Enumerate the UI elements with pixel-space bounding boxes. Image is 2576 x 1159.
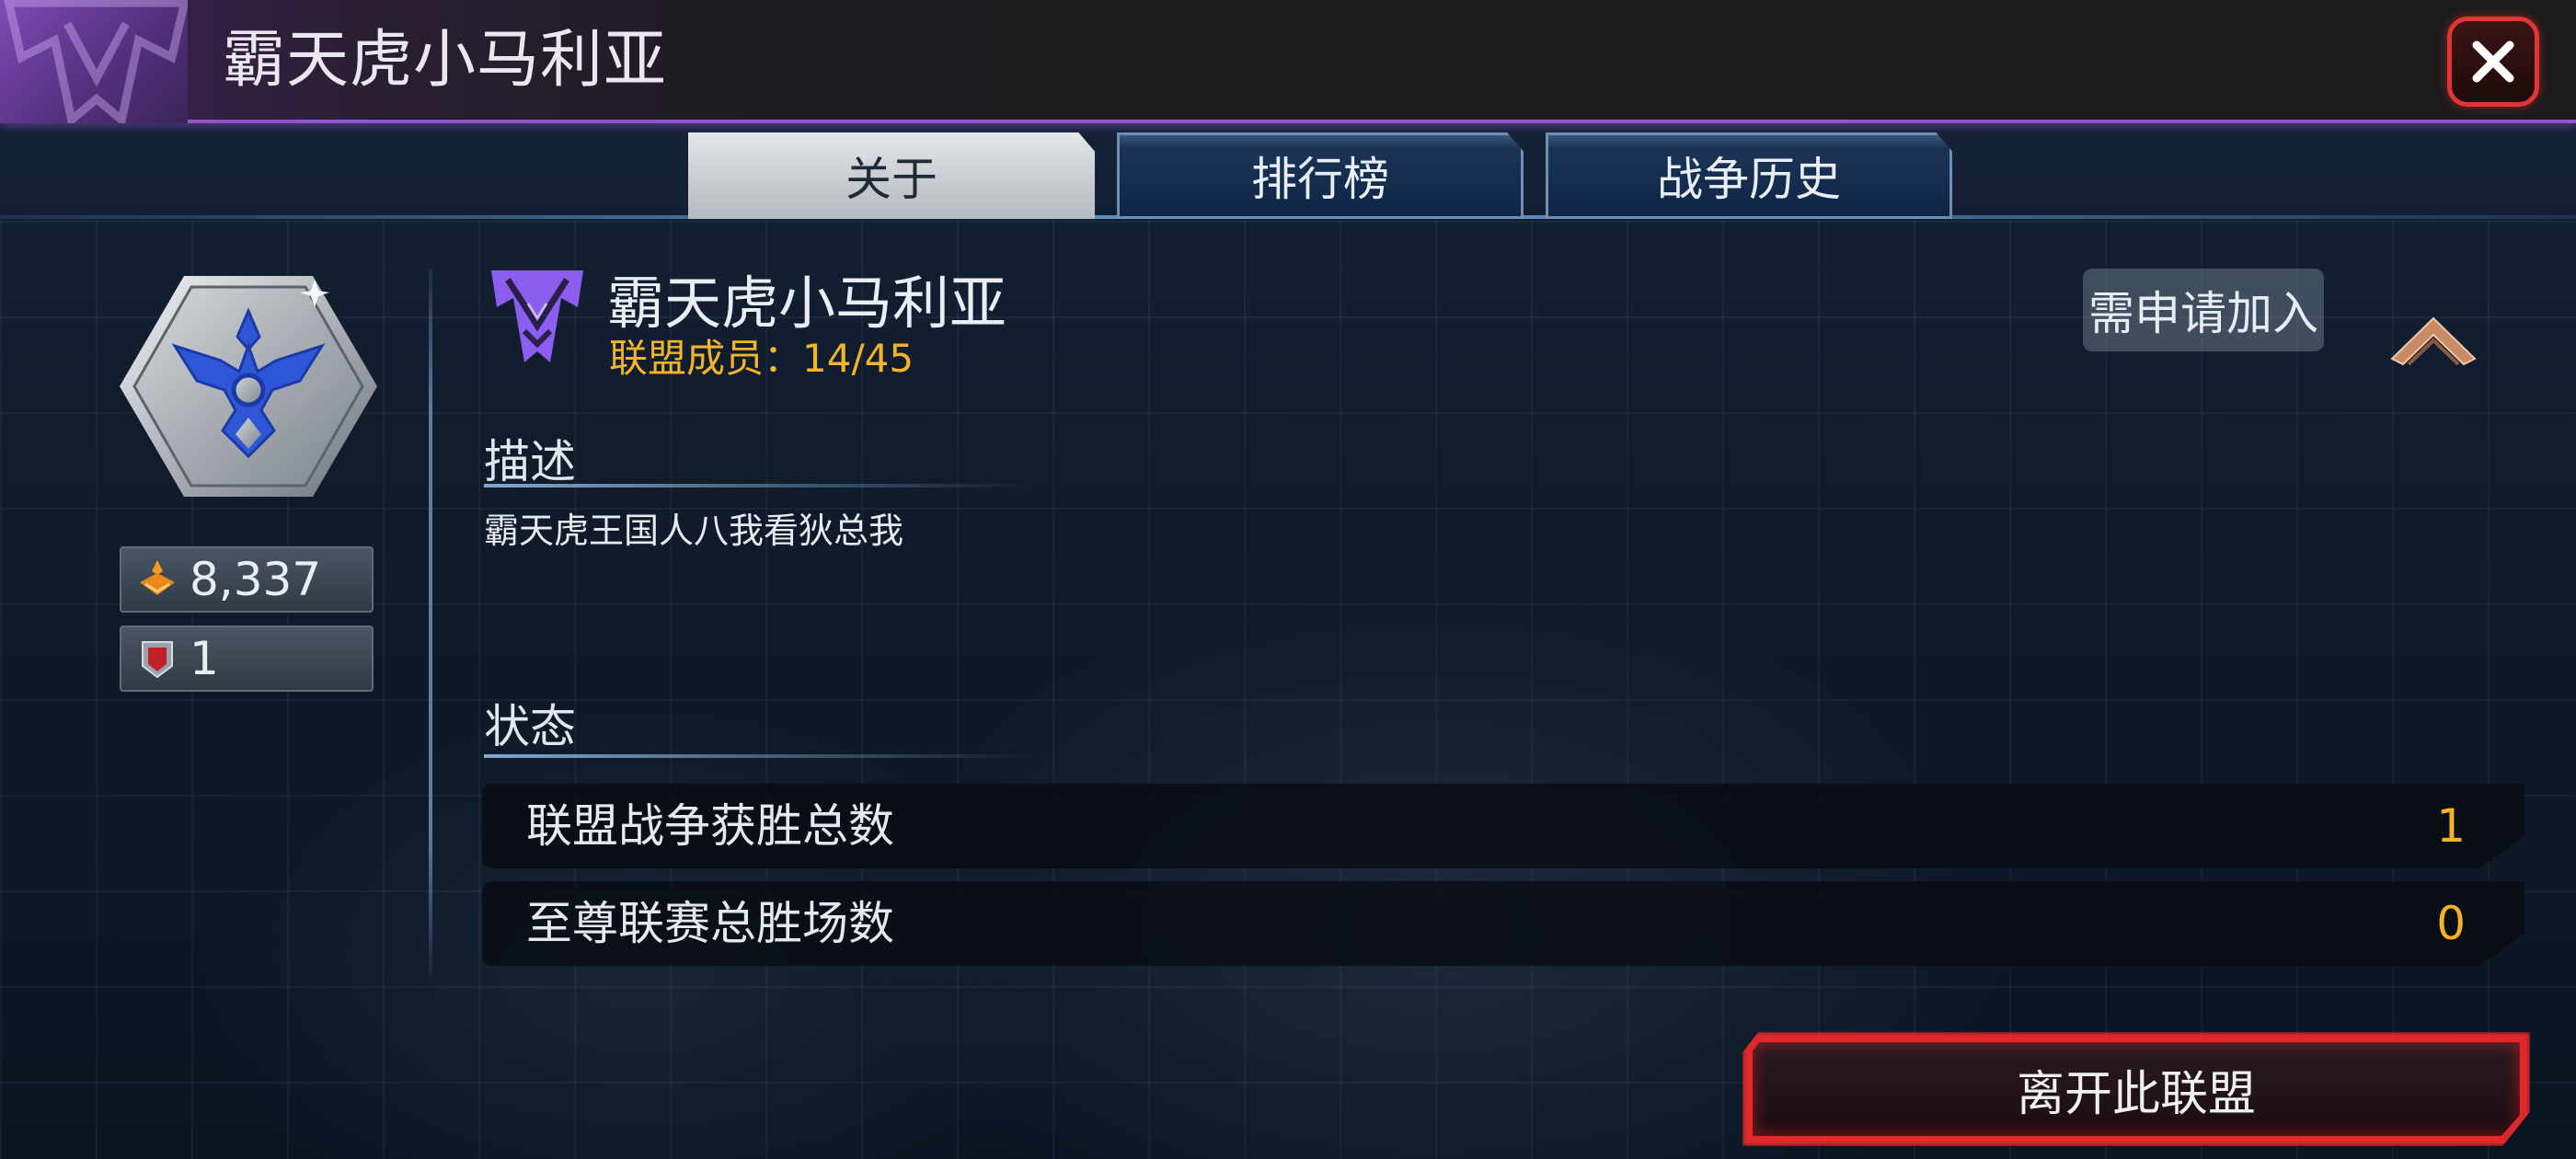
tab-about[interactable]: 关于 — [688, 132, 1095, 219]
title-bar: 霸天虎小马利亚 — [0, 0, 2576, 123]
rank-stat: 1 — [120, 625, 374, 692]
rank-badge-icon — [131, 632, 184, 685]
rank-value: 1 — [190, 632, 219, 685]
join-requirement-badge: 需申请加入 — [2083, 269, 2324, 351]
window-title: 霸天虎小马利亚 — [223, 24, 668, 97]
status-underline — [484, 754, 1036, 758]
close-icon — [2472, 40, 2514, 83]
status-row-value: 0 — [2436, 897, 2466, 950]
description-underline — [484, 484, 1036, 488]
status-row: 联盟战争获胜总数 1 — [482, 784, 2524, 868]
alliance-emblem-icon — [120, 276, 377, 497]
alliance-name: 霸天虎小马利亚 — [607, 270, 1007, 337]
status-row-label: 至尊联赛总胜场数 — [526, 897, 894, 950]
alliance-info-screen: 霸天虎小马利亚 关于 排行榜 战争历史 8,337 1 霸天虎小马利亚 联盟成员… — [0, 0, 2576, 1159]
description-title: 描述 — [484, 435, 576, 488]
column-divider — [429, 269, 432, 977]
power-value: 8,337 — [190, 553, 322, 606]
description-text: 霸天虎王国人八我看狄总我 — [484, 511, 904, 551]
rank-chevron-icon — [2390, 316, 2477, 366]
power-icon — [131, 553, 184, 606]
tab-war-history[interactable]: 战争历史 — [1546, 132, 1952, 219]
close-button[interactable] — [2447, 17, 2539, 107]
faction-corner-icon — [0, 0, 188, 123]
status-title: 状态 — [484, 700, 576, 753]
tab-leaderboard[interactable]: 排行榜 — [1117, 132, 1524, 219]
member-count: 联盟成员：14/45 — [609, 336, 914, 381]
status-row-label: 联盟战争获胜总数 — [526, 799, 894, 853]
power-stat: 8,337 — [120, 546, 374, 613]
decepticon-icon — [491, 270, 583, 362]
leave-alliance-button[interactable]: 离开此联盟 — [1748, 1038, 2524, 1141]
status-row: 至尊联赛总胜场数 0 — [482, 881, 2524, 966]
status-row-value: 1 — [2436, 799, 2466, 853]
